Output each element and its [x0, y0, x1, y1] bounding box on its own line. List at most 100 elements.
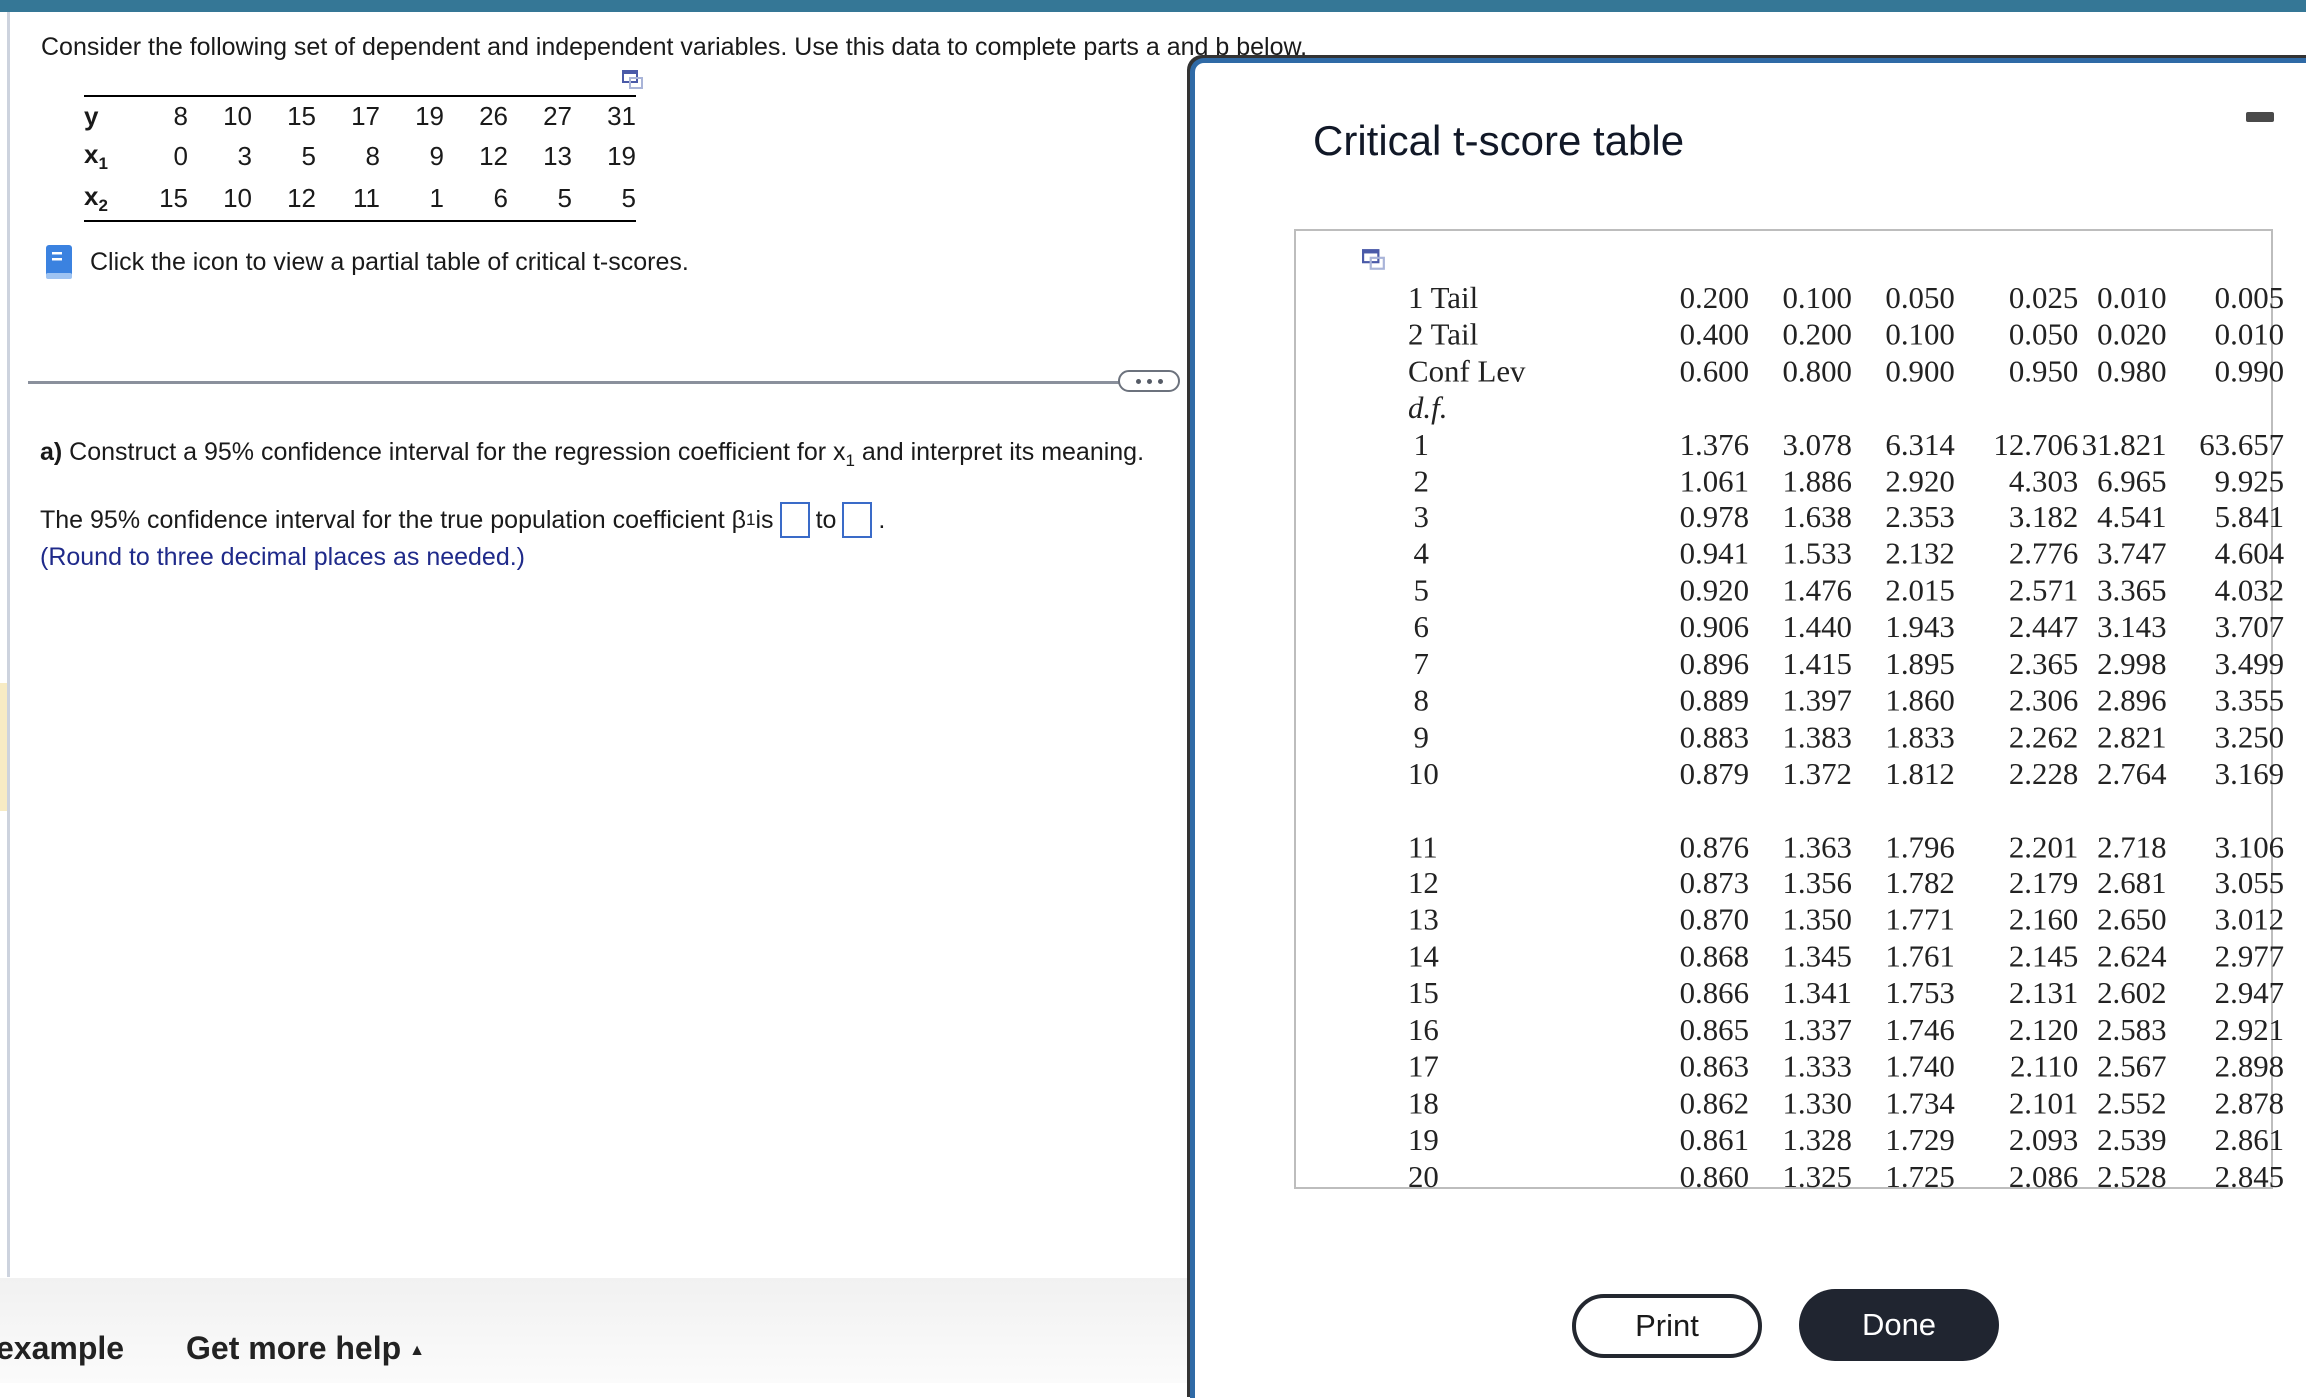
t-value-cell: 4.541: [2097, 499, 2167, 535]
data-cell: 6: [493, 183, 508, 214]
t-value-cell: 1.761: [1885, 938, 1955, 975]
get-more-help-button[interactable]: Get more help ▲: [186, 1330, 425, 1367]
t-value-cell: 0.100: [1885, 316, 1955, 352]
t-value-cell: 1.886: [1782, 463, 1852, 499]
row-label: 20: [1408, 1158, 1439, 1194]
variable-name: x: [84, 139, 99, 169]
t-value-cell: 0.200: [1679, 280, 1750, 316]
t-value-cell: 1.325: [1782, 1158, 1852, 1194]
more-options-button[interactable]: [1118, 370, 1180, 392]
t-value-cell: 0.978: [1679, 499, 1750, 535]
t-value-cell: 0.862: [1679, 1085, 1750, 1121]
t-value-cell: 1.350: [1782, 902, 1852, 938]
t-value-cell: 1.363: [1782, 829, 1852, 865]
print-button[interactable]: Print: [1572, 1294, 1762, 1358]
t-value-cell: 3.012: [2214, 902, 2285, 938]
data-cell: 12: [287, 183, 316, 214]
t-value-cell: 1.372: [1782, 755, 1852, 792]
row-label: y: [84, 96, 124, 136]
data-cell: 17: [351, 100, 380, 131]
view-example-link[interactable]: example: [0, 1330, 124, 1367]
t-value-cell: 1.345: [1782, 938, 1852, 975]
row-label: 19: [1408, 1121, 1439, 1158]
t-value-cell: 1.533: [1782, 536, 1852, 572]
t-value-cell: 6.314: [1885, 426, 1955, 462]
row-label: 13: [1408, 902, 1439, 938]
t-value-cell: 0.800: [1782, 353, 1852, 389]
t-table-link[interactable]: Click the icon to view a partial table o…: [44, 243, 689, 281]
data-cell: 12: [479, 141, 508, 172]
t-value-cell: 0.883: [1679, 719, 1750, 755]
t-value-cell: 3.055: [2214, 865, 2285, 901]
data-cell: 31: [607, 100, 636, 131]
row-label: 14: [1408, 938, 1439, 975]
t-value-cell: 4.604: [2214, 536, 2285, 572]
t-value-cell: 1.734: [1885, 1085, 1955, 1121]
t-value-cell: 2.602: [2097, 975, 2167, 1011]
row-label: 9: [1413, 719, 1429, 755]
t-value-cell: 2.353: [1885, 499, 1955, 535]
row-label: 8: [1413, 682, 1429, 718]
copy-table-icon[interactable]: [1362, 249, 1386, 271]
t-value-cell: 0.861: [1679, 1121, 1750, 1158]
t-value-cell: 1.333: [1782, 1048, 1852, 1084]
lower-bound-input[interactable]: [779, 502, 810, 538]
t-value-cell: 0.941: [1679, 536, 1750, 572]
part-a-text-end: and interpret its meaning.: [854, 438, 1145, 466]
book-icon[interactable]: [44, 243, 76, 281]
t-value-cell: 1.638: [1782, 499, 1852, 535]
t-value-cell: 2.764: [2097, 755, 2167, 792]
top-bar: [0, 0, 2306, 12]
row-label: 16: [1408, 1012, 1439, 1048]
t-value-cell: 2.921: [2214, 1012, 2285, 1048]
t-value-cell: 3.106: [2214, 829, 2285, 865]
modal-title: Critical t-score table: [1313, 117, 1685, 164]
t-value-cell: 0.400: [1679, 316, 1750, 352]
row-label: 10: [1408, 755, 1439, 792]
t-value-cell: 63.657: [2199, 426, 2285, 462]
t-value-cell: 2.718: [2097, 829, 2167, 865]
data-cell: 19: [607, 141, 636, 172]
t-value-cell: 0.870: [1679, 902, 1750, 938]
t-value-cell: 0.865: [1679, 1012, 1750, 1048]
minimize-icon[interactable]: [2246, 112, 2274, 122]
t-value-cell: 2.898: [2214, 1048, 2285, 1084]
part-a-question: a) Construct a 95% confidence interval f…: [40, 438, 1144, 471]
t-value-cell: 0.020: [2097, 316, 2167, 352]
t-value-cell: 2.977: [2214, 938, 2285, 975]
upper-bound-input[interactable]: [842, 502, 873, 538]
done-button[interactable]: Done: [1799, 1289, 1999, 1361]
part-a-text: Construct a 95% confidence interval for …: [62, 438, 846, 466]
data-cell: 15: [287, 100, 316, 131]
t-value-cell: 0.100: [1782, 280, 1852, 316]
t-value-cell: 2.861: [2214, 1121, 2285, 1158]
subscript: 1: [845, 451, 855, 470]
data-cell: 3: [237, 141, 252, 172]
t-value-cell: 1.746: [1885, 1012, 1955, 1048]
t-value-cell: 2.821: [2097, 719, 2167, 755]
answer-is: is: [755, 505, 774, 534]
t-value-cell: 0.005: [2214, 280, 2285, 316]
t-value-cell: 1.740: [1885, 1048, 1955, 1084]
row-label: 4: [1413, 536, 1429, 572]
dot-icon: [1135, 378, 1141, 384]
data-cell: 5: [557, 183, 572, 214]
t-value-cell: 1.440: [1782, 609, 1852, 645]
t-value-cell: 2.681: [2097, 865, 2167, 901]
t-value-cell: 2.528: [2097, 1158, 2167, 1194]
t-value-cell: 2.998: [2097, 646, 2167, 682]
t-value-cell: 1.729: [1885, 1121, 1955, 1158]
t-value-cell: 2.624: [2097, 938, 2167, 975]
row-label: 3: [1413, 499, 1429, 535]
t-value-cell: 1.771: [1885, 902, 1955, 938]
t-value-cell: 0.868: [1679, 938, 1750, 975]
t-value-cell: 0.873: [1679, 865, 1750, 901]
t-value-cell: 0.010: [2214, 316, 2285, 352]
row-label: 7: [1413, 646, 1429, 682]
copy-data-icon[interactable]: [622, 70, 644, 90]
t-value-cell: 9.925: [2214, 463, 2285, 499]
t-value-cell: 1.895: [1885, 646, 1955, 682]
data-row: x1 0 3 5 8 9 12 13 19: [84, 136, 636, 178]
subscript: 1: [98, 154, 108, 174]
t-value-cell: 1.782: [1885, 865, 1955, 901]
